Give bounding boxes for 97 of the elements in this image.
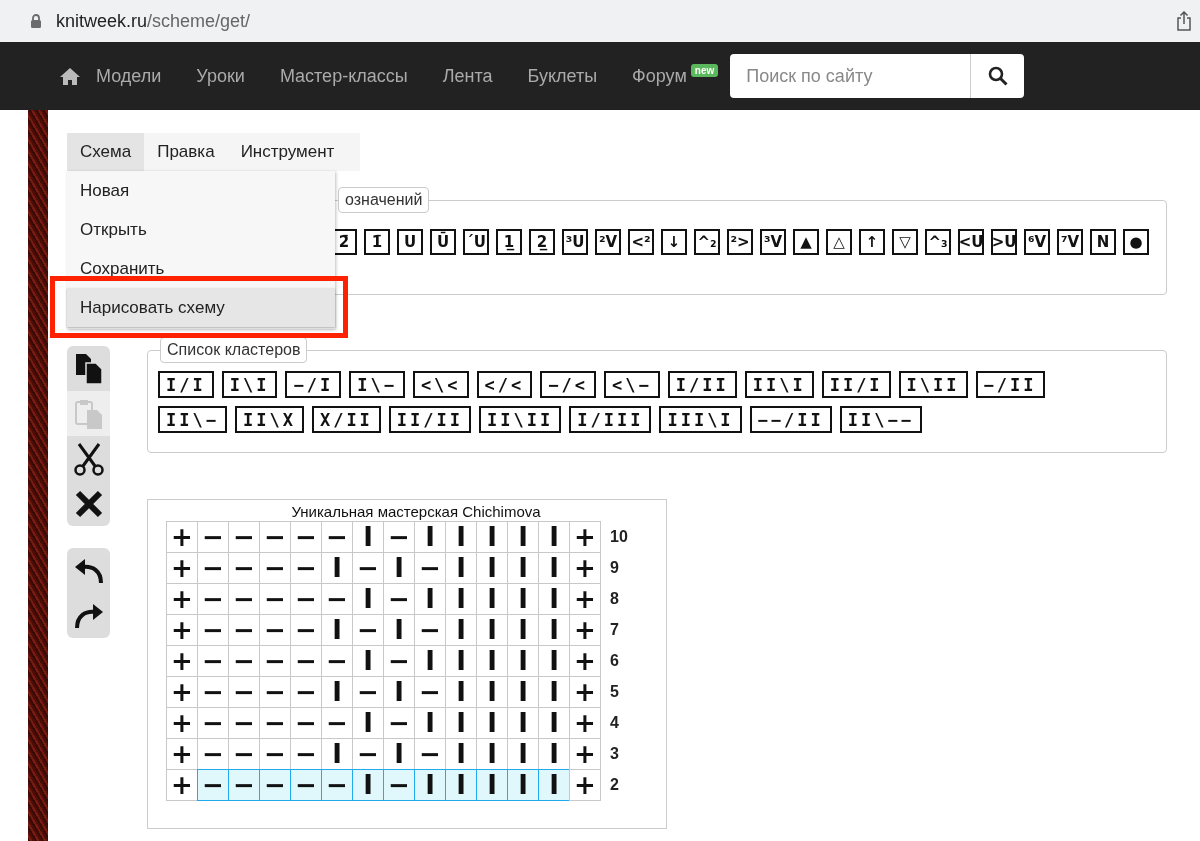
lock-icon — [30, 14, 42, 28]
symbol-button[interactable]: ↑ — [859, 229, 885, 255]
grid-cell[interactable]: + — [569, 521, 601, 553]
nav-link[interactable]: Мастер-классы — [279, 65, 408, 87]
grid-cell[interactable]: I — [414, 769, 446, 801]
menu-tab[interactable]: Инструмент — [227, 133, 348, 171]
documents-icon — [73, 352, 104, 385]
row-number: 10 — [610, 527, 628, 546]
grid-cell[interactable]: I — [507, 769, 539, 801]
grid-cell[interactable]: I — [538, 769, 570, 801]
symbol-button[interactable]: ˊU — [463, 229, 489, 255]
row-number: 5 — [610, 682, 619, 701]
scheme-title: Уникальная мастерская Chichimova — [290, 502, 542, 521]
cluster-button[interactable]: III\I — [659, 406, 742, 433]
symbol-button[interactable]: Ū — [430, 229, 456, 255]
cluster-button[interactable]: −−/II — [749, 406, 832, 433]
grid-cell[interactable]: − — [197, 769, 229, 801]
cluster-button[interactable]: II\X — [234, 406, 304, 433]
cluster-button[interactable]: I/III — [569, 406, 652, 433]
panel-legend: означений — [338, 187, 430, 213]
row-number: 7 — [610, 620, 619, 639]
row-number: 4 — [610, 713, 619, 732]
menu-tab[interactable]: Правка — [144, 133, 228, 171]
symbol-button[interactable]: ³V — [760, 229, 786, 255]
grid-cell[interactable]: + — [166, 521, 198, 553]
grid-cell[interactable]: I — [352, 769, 384, 801]
menu-tab[interactable]: Схема — [67, 133, 145, 171]
symbol-button[interactable]: ³U — [562, 229, 588, 255]
grid-cell[interactable]: − — [259, 769, 291, 801]
cluster-button[interactable]: −/< — [540, 371, 597, 398]
search-icon — [987, 66, 1008, 86]
cluster-button[interactable]: −/II — [975, 371, 1045, 398]
grid-cell[interactable]: I — [476, 769, 508, 801]
nav-link[interactable]: Уроки — [196, 65, 245, 87]
symbol-button[interactable]: ↓ — [661, 229, 687, 255]
cluster-button[interactable]: I\II — [898, 371, 968, 398]
symbol-button[interactable]: <² — [628, 229, 654, 255]
symbol-button[interactable]: ⁷V — [1057, 229, 1083, 255]
cluster-button[interactable]: II\− — [158, 406, 227, 433]
nav-link[interactable]: Модели — [96, 65, 162, 87]
nav-link[interactable]: Буклеты — [527, 65, 598, 87]
search-field[interactable]: Поиск по сайту — [730, 54, 971, 98]
clipboard-icon — [73, 397, 104, 430]
search-button[interactable] — [970, 54, 1025, 98]
cluster-button[interactable]: II/I — [821, 371, 891, 398]
grid-cell[interactable]: I — [445, 769, 477, 801]
grid-cell[interactable]: − — [228, 769, 260, 801]
row-number: 6 — [610, 651, 619, 670]
grid-cell[interactable]: + — [166, 769, 198, 801]
cluster-button[interactable]: I/II — [667, 371, 737, 398]
symbol-button[interactable]: ⁶V — [1024, 229, 1050, 255]
grid-cell[interactable]: − — [321, 769, 353, 801]
nav-link[interactable]: Лента — [442, 65, 493, 87]
cluster-button[interactable]: II\I — [744, 371, 814, 398]
cluster-button[interactable]: I\− — [349, 371, 405, 398]
url-text[interactable]: knitweek.ru/scheme/get/ — [56, 10, 251, 32]
symbol-button[interactable]: ● — [1123, 229, 1149, 255]
symbol-button[interactable]: >U — [991, 229, 1017, 255]
cluster-button[interactable]: II\II — [479, 406, 562, 433]
redo-icon — [72, 601, 105, 630]
cluster-button[interactable]: II/II — [388, 406, 472, 433]
home-icon[interactable] — [60, 67, 80, 85]
new-badge: new — [690, 64, 719, 77]
symbol-button[interactable]: U — [397, 229, 423, 255]
cluster-button[interactable]: </< — [476, 371, 533, 398]
grid-cell[interactable]: − — [383, 769, 415, 801]
nav-link[interactable]: Форум — [632, 65, 687, 87]
symbol-button[interactable]: ▲ — [793, 229, 819, 255]
grid-cell[interactable]: + — [569, 769, 601, 801]
menu-item[interactable]: Новая — [67, 171, 335, 210]
row-number: 9 — [610, 558, 619, 577]
symbol-button[interactable]: ^₂ — [694, 229, 720, 255]
share-icon[interactable] — [1176, 11, 1192, 31]
scissors-icon — [72, 441, 105, 476]
symbol-button[interactable]: 2̲ — [529, 229, 555, 255]
cluster-button[interactable]: −/I — [285, 371, 342, 398]
symbol-button[interactable]: <U — [958, 229, 984, 255]
symbol-button[interactable]: ▽ — [892, 229, 918, 255]
symbol-button[interactable]: 1̄ — [364, 229, 390, 255]
grid-cell[interactable]: − — [290, 769, 322, 801]
row-number: 2 — [610, 775, 619, 794]
delete-icon — [74, 489, 103, 518]
symbol-button[interactable]: △ — [826, 229, 852, 255]
row-number: 3 — [610, 744, 619, 763]
row-number: 8 — [610, 589, 619, 608]
cluster-button[interactable]: I/I — [158, 371, 214, 398]
cluster-button[interactable]: <\< — [412, 371, 469, 398]
cluster-button[interactable]: II\−− — [839, 406, 922, 433]
symbol-button[interactable]: N — [1090, 229, 1116, 255]
cluster-button[interactable]: I\I — [221, 371, 278, 398]
cluster-button[interactable]: <\− — [604, 371, 660, 398]
cluster-button[interactable]: X/II — [311, 406, 381, 433]
symbol-button[interactable]: ^₃ — [925, 229, 951, 255]
menu-item[interactable]: Нарисовать схему — [67, 288, 335, 327]
symbol-button[interactable]: 1̲ — [496, 229, 522, 255]
symbol-button[interactable]: ²V — [595, 229, 621, 255]
symbol-button[interactable]: ²> — [727, 229, 753, 255]
